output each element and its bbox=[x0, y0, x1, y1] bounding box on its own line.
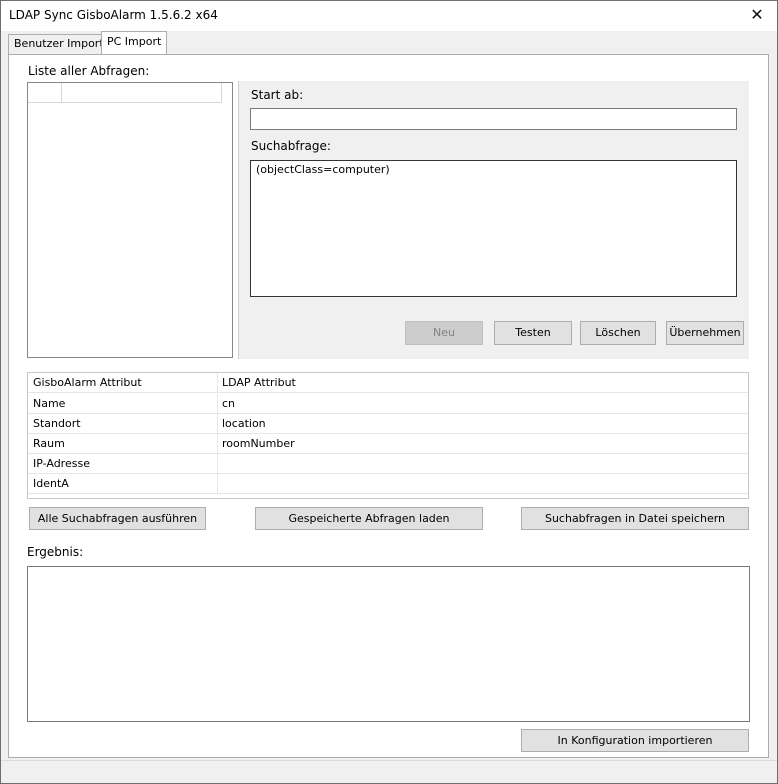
tab-benutzer-import[interactable]: Benutzer Import bbox=[8, 34, 110, 54]
result-label: Ergebnis: bbox=[27, 545, 84, 559]
table-row[interactable]: IP-Adresse bbox=[28, 454, 748, 474]
tab-pc-import[interactable]: PC Import bbox=[101, 31, 168, 55]
apply-button[interactable]: Übernehmen bbox=[666, 321, 744, 345]
new-button[interactable]: Neu bbox=[405, 321, 483, 345]
test-button[interactable]: Testen bbox=[494, 321, 572, 345]
start-label: Start ab: bbox=[251, 88, 304, 102]
table-cell: Standort bbox=[28, 414, 218, 434]
query-list[interactable] bbox=[27, 82, 233, 358]
column-header-ldap[interactable]: LDAP Attribut bbox=[218, 373, 748, 393]
table-cell[interactable]: roomNumber bbox=[218, 434, 748, 454]
table-cell: IdentA bbox=[28, 474, 218, 494]
result-textarea[interactable] bbox=[27, 566, 750, 722]
query-list-header-col1[interactable] bbox=[28, 83, 62, 103]
load-saved-queries-button[interactable]: Gespeicherte Abfragen laden bbox=[255, 507, 483, 530]
query-list-header-col2[interactable] bbox=[62, 83, 222, 103]
table-cell: Name bbox=[28, 394, 218, 414]
table-cell[interactable] bbox=[218, 474, 748, 494]
table-row[interactable]: Name cn bbox=[28, 394, 748, 414]
save-queries-to-file-button[interactable]: Suchabfragen in Datei speichern bbox=[521, 507, 749, 530]
table-cell: IP-Adresse bbox=[28, 454, 218, 474]
query-list-header bbox=[28, 83, 222, 103]
table-row[interactable]: Raum roomNumber bbox=[28, 434, 748, 454]
table-row[interactable]: Standort location bbox=[28, 414, 748, 434]
import-into-configuration-button[interactable]: In Konfiguration importieren bbox=[521, 729, 749, 752]
query-textarea[interactable]: (objectClass=computer) bbox=[250, 160, 737, 297]
attribute-mapping-table: GisboAlarm Attribut LDAP Attribut Name c… bbox=[27, 372, 749, 499]
table-cell[interactable]: cn bbox=[218, 394, 748, 414]
table-row[interactable]: IdentA bbox=[28, 474, 748, 494]
status-bar bbox=[1, 760, 777, 783]
column-header-gisboalarm[interactable]: GisboAlarm Attribut bbox=[28, 373, 218, 393]
query-value: (objectClass=computer) bbox=[256, 163, 390, 176]
window-title: LDAP Sync GisboAlarm 1.5.6.2 x64 bbox=[9, 8, 218, 22]
query-label: Suchabfrage: bbox=[251, 139, 331, 153]
table-cell[interactable]: location bbox=[218, 414, 748, 434]
table-cell: Raum bbox=[28, 434, 218, 454]
query-list-label: Liste aller Abfragen: bbox=[28, 64, 150, 78]
close-icon[interactable]: ✕ bbox=[744, 4, 770, 26]
table-cell[interactable] bbox=[218, 454, 748, 474]
delete-button[interactable]: Löschen bbox=[580, 321, 656, 345]
run-all-queries-button[interactable]: Alle Suchabfragen ausführen bbox=[29, 507, 206, 530]
table-header-row: GisboAlarm Attribut LDAP Attribut bbox=[28, 373, 748, 393]
start-input[interactable] bbox=[250, 108, 737, 130]
